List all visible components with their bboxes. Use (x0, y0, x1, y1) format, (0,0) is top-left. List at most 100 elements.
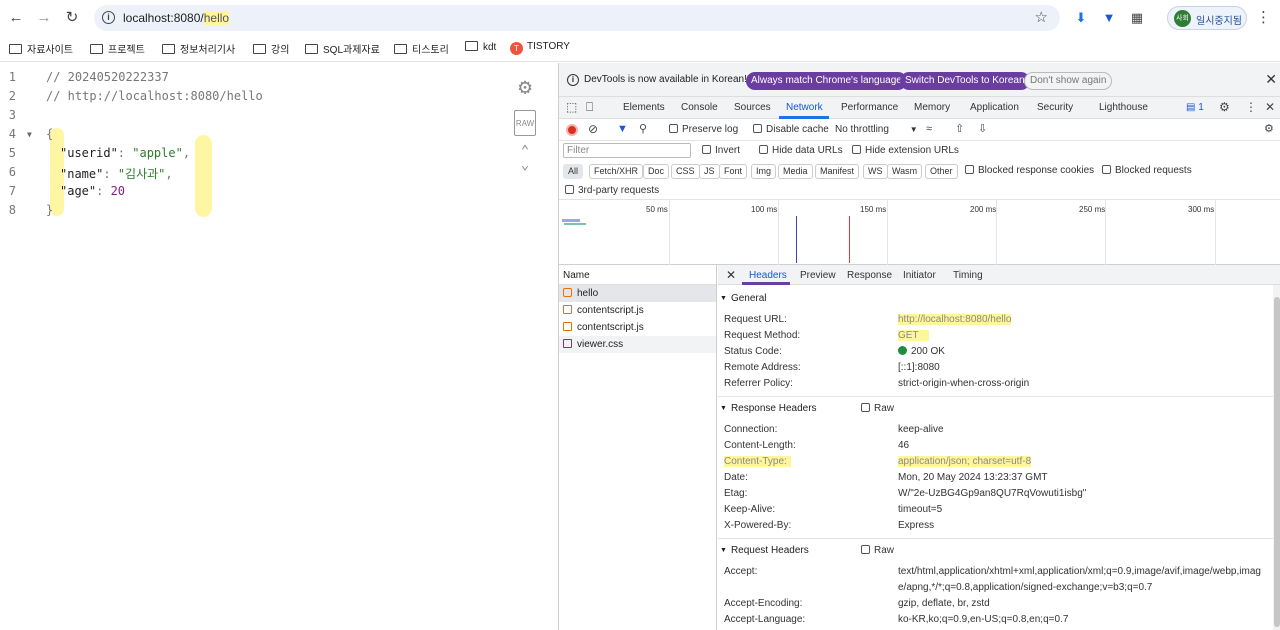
network-overview-timeline[interactable]: 50 ms 100 ms 150 ms 200 ms 250 ms 300 ms (559, 200, 1280, 265)
type-filter-other[interactable]: Other (925, 164, 958, 179)
tab-headers[interactable]: Headers (749, 270, 787, 281)
settings-gear-icon[interactable]: ⚙ (514, 75, 536, 100)
tab-console[interactable]: Console (681, 102, 718, 113)
scrollbar-thumb[interactable] (1274, 297, 1280, 627)
expand-down-icon[interactable]: ⌄ (514, 157, 536, 173)
type-filter-all[interactable]: All (563, 164, 584, 179)
tab-sources[interactable]: Sources (734, 102, 771, 113)
tab-network[interactable]: Network (786, 102, 823, 113)
raw-checkbox[interactable]: Raw (861, 545, 894, 556)
bookmark-star-icon[interactable]: ☆ (1035, 8, 1048, 26)
section-general-header[interactable]: ▼ General (720, 293, 767, 304)
match-language-button[interactable]: Always match Chrome's language (746, 72, 907, 90)
network-conditions-icon[interactable]: ≈ (926, 123, 932, 135)
profile-button[interactable]: 사회 일시중지됨 (1167, 6, 1247, 30)
issues-badge[interactable]: ▤ 1 (1186, 102, 1204, 113)
tab-response[interactable]: Response (847, 270, 892, 281)
export-har-icon[interactable]: ⇩ (978, 123, 987, 135)
type-filter-js[interactable]: JS (699, 164, 720, 179)
hide-data-urls-checkbox[interactable]: Hide data URLs (759, 145, 843, 156)
type-filter-wasm[interactable]: Wasm (887, 164, 923, 179)
search-icon[interactable]: ⚲ (639, 123, 647, 135)
switch-korean-button[interactable]: Switch DevTools to Korean (900, 72, 1030, 90)
header-value: Express (898, 520, 935, 531)
tab-initiator[interactable]: Initiator (903, 270, 936, 281)
download-extension-icon[interactable]: ⬇ (1072, 9, 1090, 27)
name-column-header[interactable]: Name (559, 265, 716, 285)
tab-application[interactable]: Application (970, 102, 1019, 113)
tab-memory[interactable]: Memory (914, 102, 950, 113)
blocked-cookies-checkbox[interactable]: Blocked response cookies (965, 165, 1094, 176)
disable-cache-checkbox[interactable]: Disable cache (753, 124, 829, 135)
vue-extension-icon[interactable]: ▼ (1100, 9, 1118, 27)
request-row[interactable]: viewer.css (559, 336, 716, 353)
type-filter-manifest[interactable]: Manifest (815, 164, 860, 179)
header-value: W/"2e-UzBG4Gp9an8QU7RqVowuti1isbg" (898, 488, 1087, 499)
extensions-puzzle-icon[interactable]: ▦ (1128, 9, 1146, 27)
section-response-headers[interactable]: ▼ Response Headers (720, 403, 817, 414)
filter-icon[interactable]: ▼ (617, 123, 628, 135)
close-icon[interactable]: ✕ (1265, 71, 1277, 88)
import-har-icon[interactable]: ⇧ (955, 123, 964, 135)
bookmark-folder[interactable]: 프로젝트 (90, 41, 145, 57)
devtools-menu-icon[interactable]: ⋮ (1245, 100, 1257, 114)
bookmark-folder[interactable]: 강의 (253, 41, 289, 57)
site-info-icon[interactable]: i (102, 11, 115, 24)
fold-toggle-icon[interactable]: ▼ (27, 130, 32, 139)
request-row[interactable]: contentscript.js (559, 319, 716, 336)
type-filter-fetch[interactable]: Fetch/XHR (589, 164, 644, 179)
forward-icon[interactable]: → (34, 8, 54, 28)
close-devtools-icon[interactable]: ✕ (1265, 100, 1275, 114)
network-settings-icon[interactable]: ⚙ (1264, 123, 1274, 135)
bookmark-folder[interactable]: 자료사이트 (9, 41, 73, 57)
bookmark-folder[interactable]: 티스토리 (394, 41, 449, 57)
invert-checkbox[interactable]: Invert (702, 145, 740, 156)
timeline-gridline (887, 200, 888, 265)
raw-checkbox[interactable]: Raw (861, 403, 894, 414)
record-icon[interactable] (566, 124, 578, 136)
tab-timing[interactable]: Timing (953, 270, 983, 281)
tab-elements[interactable]: Elements (623, 102, 665, 113)
bookmark-folder[interactable]: kdt (465, 41, 496, 57)
raw-view-icon[interactable]: RAW (514, 110, 536, 136)
hide-data-urls-label: Hide data URLs (772, 145, 843, 156)
request-row[interactable]: contentscript.js (559, 302, 716, 319)
type-filter-img[interactable]: Img (751, 164, 777, 179)
type-filter-font[interactable]: Font (719, 164, 748, 179)
bookmark-folder[interactable]: SQL과제자료 (305, 41, 380, 57)
content-type-key: Content-Type: (724, 456, 791, 467)
request-row[interactable]: hello (559, 285, 716, 302)
hide-extension-urls-checkbox[interactable]: Hide extension URLs (852, 145, 959, 156)
chrome-menu-icon[interactable]: ⋮ (1256, 8, 1271, 26)
dont-show-again-button[interactable]: Don't show again (1024, 72, 1113, 90)
bookmark-folder[interactable]: 정보처리기사 (162, 41, 235, 57)
type-filter-media[interactable]: Media (778, 164, 813, 179)
throttling-select[interactable]: No throttling ▼ (835, 124, 918, 135)
address-bar[interactable]: i localhost:8080/hello ☆ (94, 5, 1060, 31)
type-filter-ws[interactable]: WS (863, 164, 888, 179)
tab-security[interactable]: Security (1037, 102, 1073, 113)
blocked-requests-checkbox[interactable]: Blocked requests (1102, 165, 1192, 176)
url-text[interactable]: localhost:8080/hello (123, 11, 230, 25)
request-name: viewer.css (577, 339, 624, 350)
preserve-log-checkbox[interactable]: Preserve log (669, 124, 738, 135)
clear-icon[interactable]: ⊘ (588, 123, 598, 135)
tab-performance[interactable]: Performance (841, 102, 898, 113)
third-party-checkbox[interactable]: 3rd-party requests (565, 185, 659, 196)
section-request-headers[interactable]: ▼ Request Headers (720, 545, 809, 556)
close-detail-icon[interactable]: ✕ (726, 268, 736, 282)
tab-preview[interactable]: Preview (800, 270, 836, 281)
header-value: 46 (898, 440, 910, 451)
filter-input[interactable]: Filter (563, 143, 691, 158)
type-filter-css[interactable]: CSS (671, 164, 700, 179)
type-filter-doc[interactable]: Doc (643, 164, 670, 179)
bookmark-tistory[interactable]: T TISTORY (510, 41, 570, 57)
inspect-element-icon[interactable]: ⬚ (566, 100, 577, 114)
device-toolbar-icon[interactable]: ⎕ (586, 100, 593, 115)
back-icon[interactable]: ← (6, 8, 26, 28)
bookmark-label: SQL과제자료 (323, 45, 380, 56)
detail-scrollbar[interactable] (1273, 285, 1280, 630)
tab-lighthouse[interactable]: Lighthouse (1099, 102, 1148, 113)
reload-icon[interactable]: ↻ (62, 8, 82, 28)
devtools-settings-icon[interactable]: ⚙ (1219, 100, 1230, 114)
